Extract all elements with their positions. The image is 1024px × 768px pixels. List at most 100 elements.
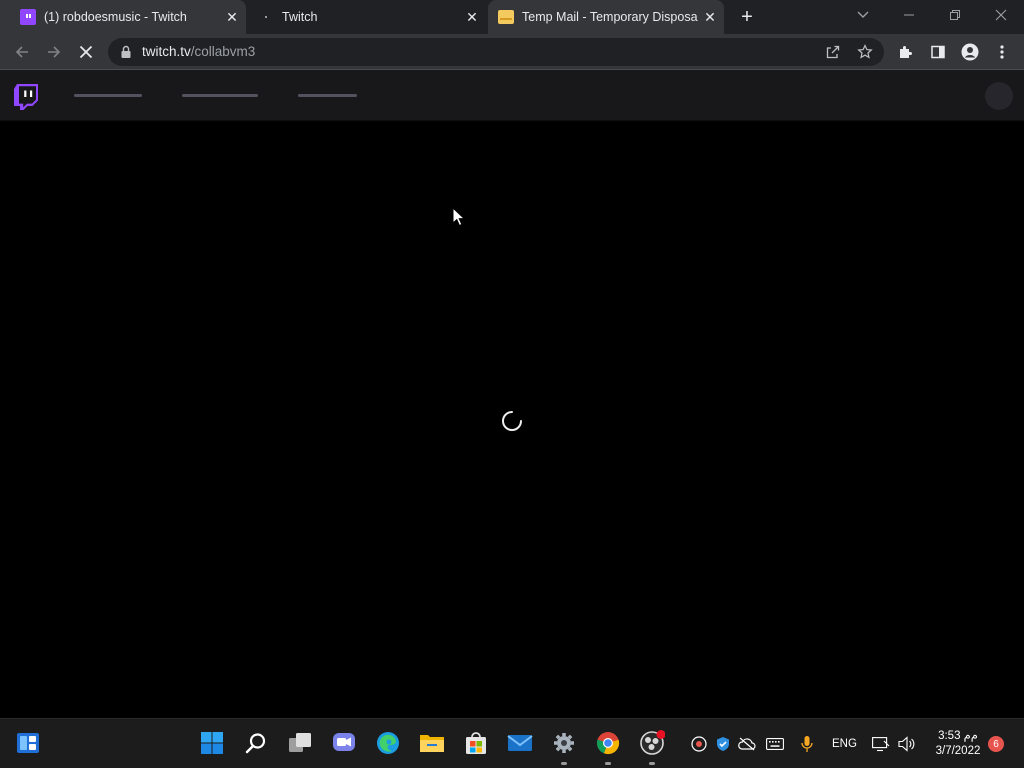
speaker-icon	[898, 736, 915, 752]
back-button[interactable]	[10, 40, 34, 64]
notification-badge[interactable]: 6	[988, 736, 1004, 752]
nav-link-placeholder	[182, 94, 258, 97]
share-button[interactable]	[824, 43, 842, 61]
close-icon[interactable]: ✕	[224, 9, 240, 25]
network-button[interactable]	[872, 735, 890, 753]
close-window-button[interactable]	[987, 4, 1015, 26]
new-tab-button[interactable]: +	[736, 7, 758, 27]
security-button[interactable]	[714, 735, 732, 753]
obs-icon	[640, 730, 665, 755]
task-view-icon	[289, 733, 311, 752]
running-indicator	[649, 762, 655, 765]
start-icon	[201, 732, 223, 754]
volume-button[interactable]	[898, 735, 916, 753]
task-view-button[interactable]	[286, 729, 314, 757]
shield-icon	[717, 737, 729, 751]
tab-title: Temp Mail - Temporary Disposab	[522, 10, 698, 24]
chrome-icon	[596, 732, 620, 755]
store-icon	[466, 732, 486, 754]
close-icon[interactable]: ✕	[464, 9, 480, 25]
kebab-menu-icon	[1000, 45, 1004, 59]
address-bar[interactable]: twitch.tv/collabvm3	[108, 38, 884, 66]
input-language[interactable]: ENG	[832, 738, 857, 750]
windows-taskbar: ENG 3:53 ﻡﻡ 3/7/2022 6	[0, 718, 1024, 768]
network-icon	[872, 737, 890, 752]
screen: (1) robdoesmusic - Twitch ✕ Twitch ✕ Tem…	[0, 0, 1024, 768]
chevron-down-icon	[857, 11, 869, 18]
bookmark-button[interactable]	[856, 43, 874, 61]
url-host: twitch.tv	[142, 44, 191, 59]
chrome-button[interactable]	[594, 729, 622, 757]
close-icon[interactable]: ✕	[702, 9, 718, 25]
menu-button[interactable]	[992, 42, 1012, 62]
obs-button[interactable]	[638, 729, 666, 757]
tab-temp-mail[interactable]: Temp Mail - Temporary Disposab ✕	[488, 0, 724, 34]
keyboard-icon	[766, 738, 784, 750]
profile-icon	[961, 43, 979, 61]
network-tray-button[interactable]	[738, 735, 756, 753]
url-path: /collabvm3	[190, 44, 256, 59]
twitch-top-nav	[0, 70, 1024, 121]
tab-title: (1) robdoesmusic - Twitch	[44, 10, 187, 24]
tab-search-button[interactable]	[849, 4, 877, 26]
widgets-button[interactable]	[14, 729, 42, 757]
record-indicator-icon	[691, 736, 707, 752]
minimize-button[interactable]	[895, 4, 923, 26]
tab-title: Twitch	[282, 10, 318, 24]
search-button[interactable]	[242, 729, 270, 757]
minimize-icon	[904, 14, 914, 16]
close-icon	[995, 9, 1007, 21]
mail-button[interactable]	[506, 729, 534, 757]
avatar-placeholder	[985, 82, 1013, 110]
arrow-right-icon	[48, 46, 61, 58]
mail-icon	[498, 10, 514, 24]
stop-loading-button[interactable]	[74, 40, 98, 64]
running-indicator	[561, 762, 567, 765]
edge-button[interactable]	[374, 729, 402, 757]
mail-icon	[507, 735, 533, 751]
tab-twitch[interactable]: Twitch ✕	[246, 0, 486, 34]
clock-date: 3/7/2022	[935, 745, 981, 757]
file-explorer-button[interactable]	[418, 729, 446, 757]
start-button[interactable]	[198, 729, 226, 757]
settings-button[interactable]	[550, 729, 578, 757]
edge-icon	[377, 732, 399, 754]
twitch-logo-icon[interactable]	[14, 84, 38, 110]
keyboard-button[interactable]	[766, 735, 784, 753]
profile-button[interactable]	[960, 42, 980, 62]
clock-time: 3:53 ﻡﻡ	[938, 730, 978, 742]
tab-robdoesmusic[interactable]: (1) robdoesmusic - Twitch ✕	[0, 0, 246, 34]
search-icon	[245, 733, 266, 754]
cloud-off-icon	[738, 737, 756, 751]
loading-dot-icon	[258, 9, 274, 25]
tray-app-button[interactable]	[690, 735, 708, 753]
page-content	[0, 121, 1024, 718]
stop-icon	[79, 45, 93, 59]
loading-spinner-icon	[502, 411, 522, 431]
microphone-button[interactable]	[798, 735, 816, 753]
restore-icon	[950, 10, 960, 20]
side-panel-button[interactable]	[928, 42, 948, 62]
nav-link-placeholder	[298, 94, 357, 97]
chat-icon	[333, 733, 355, 751]
restore-button[interactable]	[941, 4, 969, 26]
twitch-icon	[20, 9, 36, 25]
microphone-icon	[801, 736, 813, 752]
forward-button[interactable]	[42, 40, 66, 64]
extensions-button[interactable]	[896, 42, 916, 62]
settings-icon	[554, 733, 574, 753]
chat-button[interactable]	[330, 729, 358, 757]
widgets-icon	[17, 733, 39, 753]
mouse-cursor-icon	[452, 207, 466, 227]
arrow-left-icon	[15, 46, 28, 58]
nav-link-placeholder	[74, 94, 142, 97]
url-text[interactable]: twitch.tv/collabvm3	[142, 44, 255, 59]
share-icon	[826, 45, 840, 59]
store-button[interactable]	[462, 729, 490, 757]
clock[interactable]: 3:53 ﻡﻡ 3/7/2022	[928, 729, 988, 759]
puzzle-icon	[900, 46, 912, 58]
file-explorer-icon	[420, 735, 444, 752]
browser-toolbar: twitch.tv/collabvm3	[0, 34, 1024, 70]
lock-icon[interactable]	[120, 45, 132, 59]
tab-strip: (1) robdoesmusic - Twitch ✕ Twitch ✕ Tem…	[0, 0, 1024, 34]
